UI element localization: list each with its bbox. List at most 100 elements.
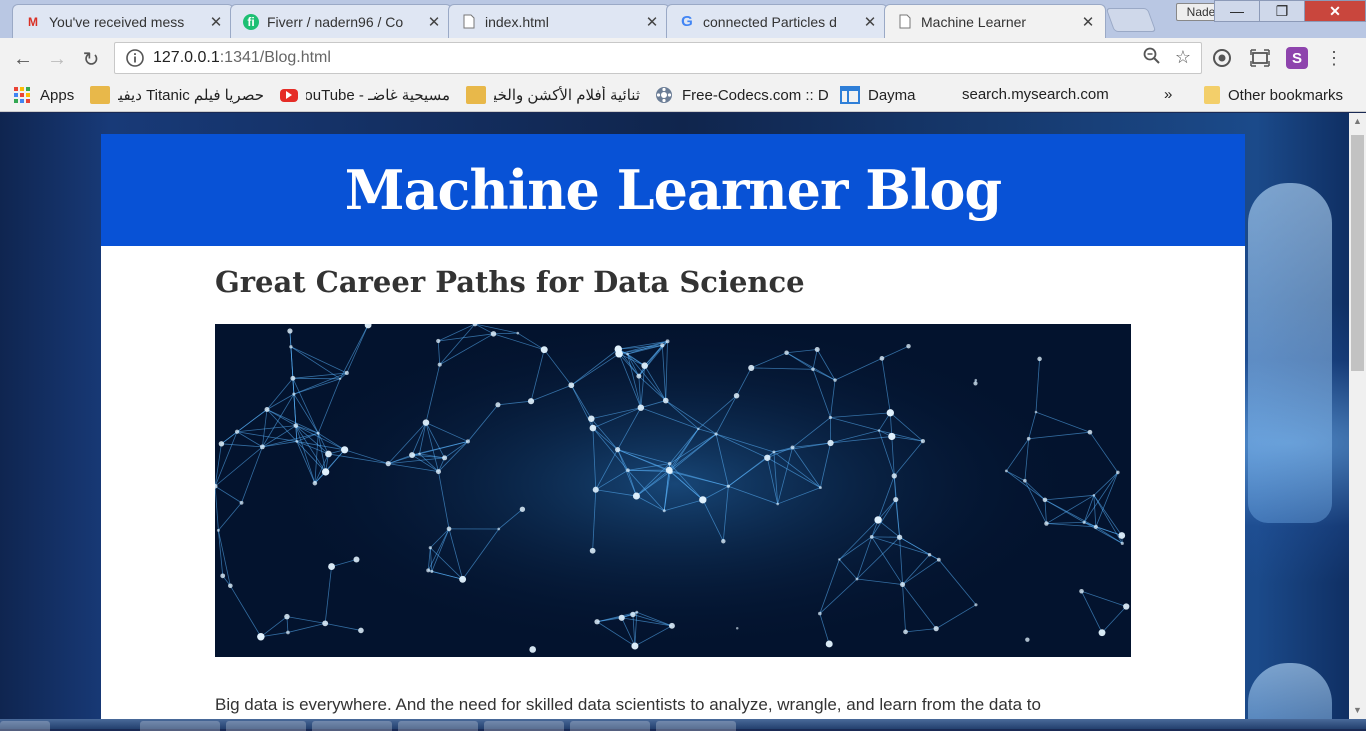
tab-machine-learner[interactable]: Machine Learner ✕: [884, 4, 1106, 38]
menu-dots-icon[interactable]: ⋮: [1322, 46, 1346, 70]
network-node: [880, 356, 885, 361]
network-node: [697, 428, 700, 431]
bookmark-youtube[interactable]: مسيحية غاضـ - YouTube: [280, 86, 450, 104]
taskbar-app[interactable]: [226, 721, 306, 731]
network-node: [663, 398, 669, 404]
taskbar-app[interactable]: [484, 721, 564, 731]
scroll-down-arrow-icon[interactable]: ▼: [1349, 702, 1366, 719]
folder-icon: [466, 86, 486, 104]
minimize-button[interactable]: —: [1214, 0, 1260, 22]
scrollbar-thumb[interactable]: [1351, 135, 1364, 371]
tab-title: Machine Learner: [921, 14, 1079, 30]
network-node: [1088, 430, 1093, 435]
window-controls: — ❐ ✕: [1215, 0, 1366, 22]
network-node: [466, 439, 470, 443]
blog-title: Machine Learner Blog: [345, 158, 1001, 222]
address-bar[interactable]: 127.0.0.1:1341/Blog.html ☆: [114, 42, 1202, 74]
tab-strip: M You've received mess ✕ fi Fiverr / nad…: [0, 0, 1366, 38]
url-host: 127.0.0.1: [153, 49, 220, 67]
network-node: [290, 376, 295, 381]
bookmark-label: مسيحية غاضـ - YouTube: [306, 86, 450, 104]
network-node: [838, 558, 840, 560]
network-node: [626, 468, 630, 472]
network-node: [764, 455, 770, 461]
network-node: [1083, 521, 1086, 524]
codecs-icon: [654, 86, 674, 104]
network-node: [721, 539, 725, 543]
info-icon[interactable]: [125, 48, 145, 68]
other-bookmarks[interactable]: Other bookmarks: [1204, 86, 1343, 104]
network-node: [897, 535, 902, 540]
taskbar-app[interactable]: [140, 721, 220, 731]
bookmark-action-films[interactable]: ثنائية أفلام الأكشن والخيال ال: [466, 86, 640, 104]
network-node: [590, 425, 597, 432]
taskbar-app[interactable]: [312, 721, 392, 731]
network-node: [893, 497, 898, 502]
scroll-up-arrow-icon[interactable]: ▲: [1349, 113, 1366, 130]
tab-gmail[interactable]: M You've received mess ✕: [12, 4, 234, 38]
tab-google[interactable]: G connected Particles d ✕: [666, 4, 888, 38]
network-node: [615, 447, 620, 452]
network-node: [284, 614, 289, 619]
network-node: [734, 393, 739, 398]
url-path: :1341/Blog.html: [220, 49, 331, 67]
bookmark-titanic[interactable]: حصريا فيلم Titanic ديفيدي: [90, 86, 264, 104]
network-node: [528, 398, 534, 404]
network-node: [748, 365, 754, 371]
bookmark-label: Dayma: [868, 87, 916, 104]
network-node: [423, 419, 430, 426]
network-node: [286, 631, 290, 635]
zoom-icon[interactable]: [1143, 47, 1161, 70]
back-arrow-icon[interactable]: ←: [6, 48, 40, 71]
close-icon[interactable]: ✕: [861, 13, 879, 31]
bookmarks-overflow-button[interactable]: »: [1164, 86, 1172, 103]
close-icon[interactable]: ✕: [1079, 13, 1097, 31]
network-node: [791, 445, 795, 449]
tab-index[interactable]: index.html ✕: [448, 4, 670, 38]
network-node: [353, 556, 359, 562]
network-node: [228, 583, 233, 588]
start-button[interactable]: [0, 721, 50, 731]
bookmark-mysearch[interactable]: search.mysearch.com: [962, 86, 1109, 103]
s-extension-icon[interactable]: S: [1286, 47, 1308, 69]
network-node: [815, 347, 820, 352]
network-node: [638, 404, 644, 410]
star-icon[interactable]: ☆: [1175, 47, 1191, 70]
network-node: [870, 535, 874, 539]
network-node: [1025, 637, 1029, 641]
close-window-button[interactable]: ✕: [1304, 0, 1366, 22]
taskbar-app[interactable]: [656, 721, 736, 731]
network-node: [934, 626, 939, 631]
network-node: [287, 328, 292, 333]
network-node: [818, 612, 822, 616]
reload-icon[interactable]: ↻: [74, 47, 108, 72]
vertical-scrollbar[interactable]: ▲ ▼: [1349, 113, 1366, 719]
youtube-icon: [280, 89, 298, 102]
new-tab-button[interactable]: [1106, 8, 1157, 32]
network-node: [900, 582, 905, 587]
page-viewport: Machine Learner Blog Great Career Paths …: [0, 113, 1366, 719]
network-node: [240, 501, 244, 505]
bookmark-label: search.mysearch.com: [962, 86, 1109, 103]
close-icon[interactable]: ✕: [643, 13, 661, 31]
google-icon: G: [679, 14, 695, 30]
close-icon[interactable]: ✕: [425, 13, 443, 31]
forward-arrow-icon[interactable]: →: [40, 48, 74, 71]
restore-button[interactable]: ❐: [1259, 0, 1305, 22]
bookmark-free-codecs[interactable]: Free-Codecs.com :: D: [654, 86, 829, 104]
network-node: [438, 363, 442, 367]
network-node: [1044, 521, 1048, 525]
bookmark-dayma[interactable]: Dayma: [840, 86, 916, 104]
chrome-extension-icon[interactable]: [1210, 46, 1234, 70]
network-node: [784, 351, 788, 355]
taskbar-app[interactable]: [398, 721, 478, 731]
close-icon[interactable]: ✕: [207, 13, 225, 31]
tab-fiverr[interactable]: fi Fiverr / nadern96 / Co ✕: [230, 4, 452, 38]
network-node: [668, 469, 673, 474]
folder-icon: [90, 86, 110, 104]
bookmark-apps[interactable]: Apps: [12, 86, 74, 104]
network-node: [635, 611, 638, 614]
screenshot-icon[interactable]: [1248, 46, 1272, 70]
taskbar-app[interactable]: [570, 721, 650, 731]
network-node: [666, 339, 670, 343]
